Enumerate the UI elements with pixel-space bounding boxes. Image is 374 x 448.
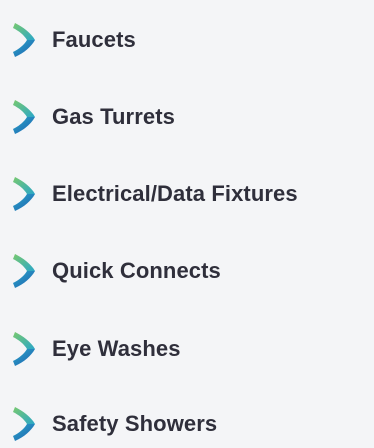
category-item-gas-turrets[interactable]: Gas Turrets <box>0 95 374 139</box>
chevron-ribbon-icon <box>9 251 39 291</box>
category-item-quick-connects[interactable]: Quick Connects <box>0 249 374 293</box>
chevron-ribbon-icon <box>9 404 39 444</box>
chevron-ribbon-icon <box>9 20 39 60</box>
category-label: Faucets <box>52 27 136 52</box>
chevron-ribbon-icon <box>9 174 39 214</box>
category-label: Electrical/Data Fixtures <box>52 181 298 206</box>
category-list: Faucets Gas Turrets Electrical/Data Fixt… <box>0 0 374 448</box>
category-label: Eye Washes <box>52 336 181 361</box>
category-item-faucets[interactable]: Faucets <box>0 18 374 62</box>
category-label: Quick Connects <box>52 258 221 283</box>
category-item-safety-showers[interactable]: Safety Showers <box>0 402 374 446</box>
category-label: Gas Turrets <box>52 104 175 129</box>
chevron-ribbon-icon <box>9 329 39 369</box>
category-item-electrical-data-fixtures[interactable]: Electrical/Data Fixtures <box>0 172 374 216</box>
category-label: Safety Showers <box>52 411 218 436</box>
category-item-eye-washes[interactable]: Eye Washes <box>0 327 374 371</box>
chevron-ribbon-icon <box>9 97 39 137</box>
